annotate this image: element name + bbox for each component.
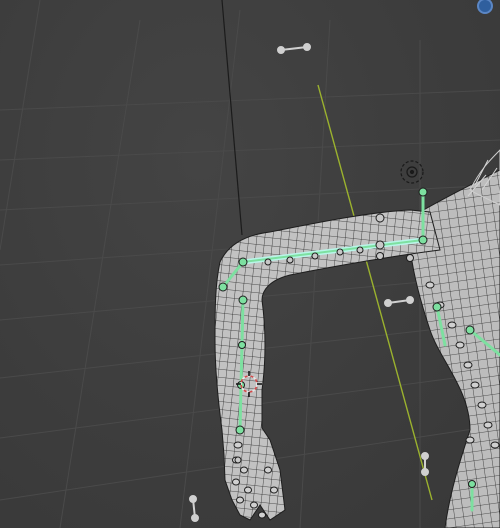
3d-viewport[interactable] [0, 0, 500, 528]
character-arm-mesh[interactable] [214, 209, 441, 521]
z-axis-line [221, 0, 243, 236]
y-axis-line [317, 84, 433, 501]
viewport-scene[interactable] [0, 0, 500, 528]
